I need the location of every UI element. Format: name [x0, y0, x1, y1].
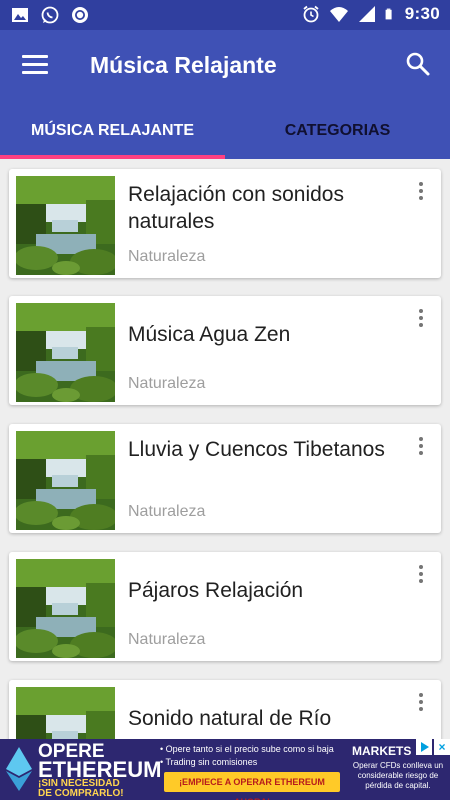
- list-item[interactable]: Pájaros Relajación Naturaleza: [9, 552, 441, 661]
- waterfall-thumbnail: [16, 431, 115, 530]
- whatsapp-icon: [41, 6, 59, 24]
- ad-headline-3: ¡SIN NECESIDAD DE COMPRARLO!: [38, 779, 124, 799]
- status-left-icons: [10, 5, 90, 25]
- ethereum-logo-icon: [6, 747, 32, 791]
- wifi-icon: [329, 7, 348, 22]
- more-options-icon[interactable]: [413, 690, 429, 716]
- alarm-icon: [303, 5, 319, 23]
- item-title: Relajación con sonidos naturales: [128, 183, 344, 233]
- search-icon[interactable]: [404, 50, 432, 78]
- item-title: Música Agua Zen: [128, 323, 291, 346]
- clock: 9:30: [404, 4, 440, 23]
- more-options-icon[interactable]: [413, 179, 429, 205]
- waterfall-thumbnail: [16, 559, 115, 658]
- tab-categorias[interactable]: CATEGORIAS: [225, 103, 450, 159]
- tab-label: CATEGORIAS: [284, 122, 391, 139]
- ad-cta-button[interactable]: ¡EMPIECE A OPERAR ETHEREUM AHORA!: [164, 772, 340, 800]
- item-title: Pájaros Relajación: [128, 579, 304, 602]
- item-category: Naturaleza: [128, 248, 206, 265]
- list-item[interactable]: Relajación con sonidos naturales Natural…: [9, 169, 441, 278]
- ad-brand: MARKETS: [352, 744, 412, 758]
- item-category: Naturaleza: [128, 631, 206, 648]
- waterfall-thumbnail: [16, 176, 115, 275]
- item-title: Sonido natural de Río: [128, 707, 332, 730]
- signal-icon: [358, 6, 375, 22]
- status-bar: 9:30: [0, 0, 450, 30]
- adchoices-icon[interactable]: [416, 739, 432, 755]
- hamburger-menu-icon[interactable]: [22, 55, 48, 75]
- ad-headline-3b: DE COMPRARLO!: [38, 788, 124, 799]
- battery-icon: [385, 8, 392, 20]
- tab-musica-relajante[interactable]: MÚSICA RELAJANTE: [0, 103, 225, 159]
- tab-bar: MÚSICA RELAJANTE CATEGORIAS: [0, 103, 450, 159]
- waterfall-thumbnail: [16, 687, 115, 739]
- app-bar: Música Relajante: [0, 30, 450, 103]
- waterfall-thumbnail: [16, 303, 115, 402]
- item-category: Naturaleza: [128, 503, 206, 520]
- track-list[interactable]: Relajación con sonidos naturales Natural…: [0, 159, 450, 739]
- list-item[interactable]: Sonido natural de Río: [9, 680, 441, 739]
- image-icon: [12, 8, 28, 22]
- tab-label: MÚSICA RELAJANTE: [31, 122, 194, 139]
- status-right-icons: 9:30: [301, 4, 440, 24]
- list-item[interactable]: Lluvia y Cuencos Tibetanos Naturaleza: [9, 424, 441, 533]
- app-title: Música Relajante: [90, 52, 277, 78]
- circle-notification-icon: [72, 7, 88, 23]
- ad-banner[interactable]: OPERE ETHEREUM ¡SIN NECESIDAD DE COMPRAR…: [0, 739, 450, 800]
- ad-bullet: • Trading sin comisiones: [160, 757, 258, 767]
- list-item[interactable]: Música Agua Zen Naturaleza: [9, 296, 441, 405]
- close-icon[interactable]: ×: [434, 739, 450, 755]
- more-options-icon[interactable]: [413, 562, 429, 588]
- item-title: Lluvia y Cuencos Tibetanos: [128, 438, 385, 461]
- more-options-icon[interactable]: [413, 306, 429, 332]
- ad-bullets: • Opere tanto si el precio sube como si …: [160, 743, 334, 769]
- ad-disclaimer: Operar CFDs conlleva un considerable rie…: [352, 761, 444, 790]
- ad-bullet: • Opere tanto si el precio sube como si …: [160, 744, 334, 754]
- item-category: Naturaleza: [128, 375, 206, 392]
- more-options-icon[interactable]: [413, 434, 429, 460]
